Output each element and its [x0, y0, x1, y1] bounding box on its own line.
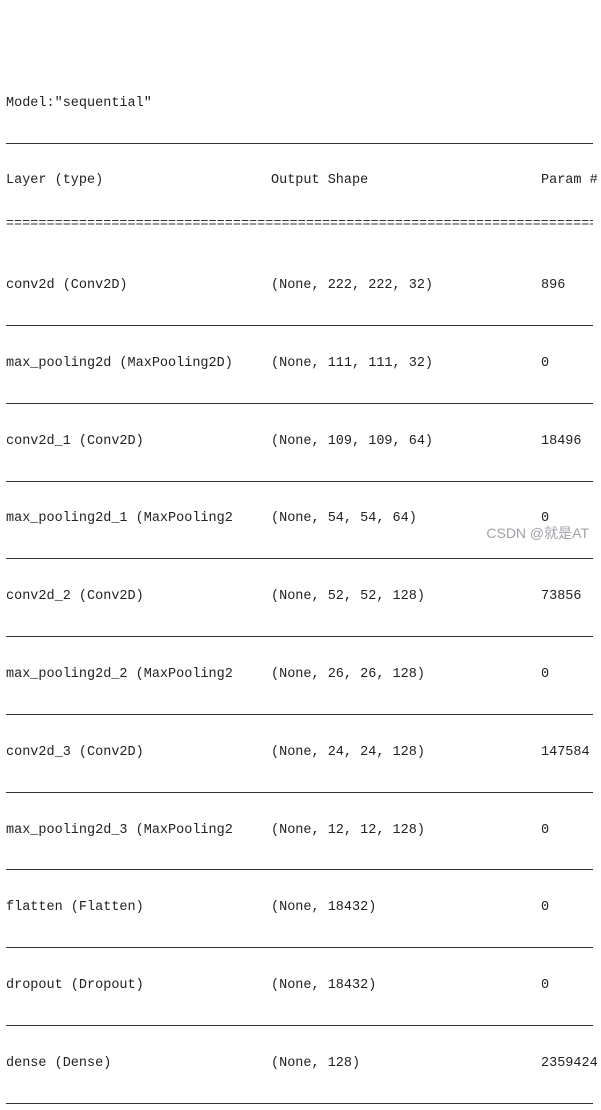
cell-layer: conv2d_1 (Conv2D) [6, 432, 271, 453]
row-div [6, 1103, 593, 1105]
row-div [6, 869, 593, 871]
cell-shape: (None, 24, 24, 128) [271, 743, 541, 764]
table-row: conv2d_1 (Conv2D)(None, 109, 109, 64)184… [6, 432, 593, 453]
cell-layer: max_pooling2d (MaxPooling2D) [6, 354, 271, 375]
rule-double-1: ========================================… [6, 215, 593, 230]
cell-layer: flatten (Flatten) [6, 898, 271, 919]
cell-layer: dropout (Dropout) [6, 976, 271, 997]
model-line-label: Model: [6, 94, 55, 115]
cell-shape: (None, 18432) [271, 898, 541, 919]
cell-layer: max_pooling2d_2 (MaxPooling2 [6, 665, 271, 686]
div-top [6, 143, 593, 145]
table-row: flatten (Flatten)(None, 18432)0 [6, 898, 593, 919]
cell-params: 0 [541, 976, 593, 997]
cell-params: 0 [541, 821, 593, 842]
watermark: CSDN @就是AT [486, 523, 589, 545]
row-div [6, 792, 593, 794]
table-row: max_pooling2d_3 (MaxPooling2(None, 12, 1… [6, 821, 593, 842]
cell-layer: conv2d_2 (Conv2D) [6, 587, 271, 608]
cell-shape: (None, 109, 109, 64) [271, 432, 541, 453]
cell-shape: (None, 222, 222, 32) [271, 276, 541, 297]
row-div [6, 1025, 593, 1027]
cell-params: 147584 [541, 743, 593, 764]
table-row: max_pooling2d_2 (MaxPooling2(None, 26, 2… [6, 665, 593, 686]
row-div [6, 947, 593, 949]
model-line: Model: "sequential" [6, 94, 593, 115]
table-row: dense (Dense)(None, 128)2359424 [6, 1054, 593, 1075]
row-div [6, 325, 593, 327]
row-div [6, 403, 593, 405]
cell-shape: (None, 52, 52, 128) [271, 587, 541, 608]
table-row: conv2d_3 (Conv2D)(None, 24, 24, 128)1475… [6, 743, 593, 764]
cell-shape: (None, 18432) [271, 976, 541, 997]
row-div [6, 714, 593, 716]
cell-shape: (None, 128) [271, 1054, 541, 1075]
cell-shape: (None, 111, 111, 32) [271, 354, 541, 375]
col-output-shape: Output Shape [271, 171, 541, 192]
cell-layer: max_pooling2d_3 (MaxPooling2 [6, 821, 271, 842]
cell-layer: dense (Dense) [6, 1054, 271, 1075]
cell-params: 896 [541, 276, 593, 297]
row-div [6, 636, 593, 638]
cell-params: 0 [541, 898, 593, 919]
table-row: conv2d (Conv2D)(None, 222, 222, 32)896 [6, 276, 593, 297]
cell-shape: (None, 12, 12, 128) [271, 821, 541, 842]
cell-layer: max_pooling2d_1 (MaxPooling2 [6, 509, 271, 530]
cell-params: 0 [541, 354, 593, 375]
row-div [6, 558, 593, 560]
table-row: conv2d_2 (Conv2D)(None, 52, 52, 128)7385… [6, 587, 593, 608]
row-div [6, 481, 593, 483]
cell-params: 18496 [541, 432, 593, 453]
table-row: dropout (Dropout)(None, 18432)0 [6, 976, 593, 997]
cell-layer: conv2d (Conv2D) [6, 276, 271, 297]
cell-shape: (None, 26, 26, 128) [271, 665, 541, 686]
model-name: "sequential" [55, 94, 152, 115]
cell-params: 2359424 [541, 1054, 598, 1075]
col-param: Param # [541, 171, 598, 192]
col-layer: Layer (type) [6, 171, 271, 192]
table-row: max_pooling2d (MaxPooling2D)(None, 111, … [6, 354, 593, 375]
cell-params: 0 [541, 665, 593, 686]
column-headers: Layer (type)Output ShapeParam # [6, 171, 593, 192]
cell-layer: conv2d_3 (Conv2D) [6, 743, 271, 764]
cell-params: 73856 [541, 587, 593, 608]
